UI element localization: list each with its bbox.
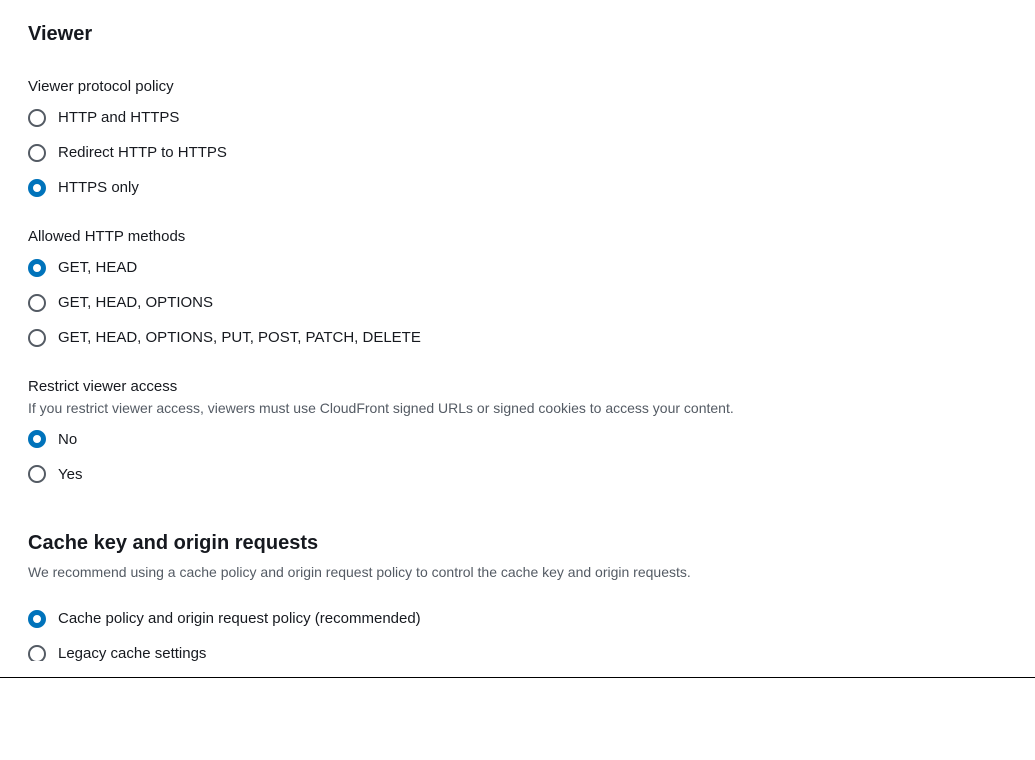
viewer-protocol-policy-label: Viewer protocol policy [28,76,1007,97]
radio-get-head-options-put-post-patch-delete[interactable]: GET, HEAD, OPTIONS, PUT, POST, PATCH, DE… [28,327,1007,348]
radio-restrict-yes[interactable]: Yes [28,464,1007,485]
radio-redirect-http-to-https[interactable]: Redirect HTTP to HTTPS [28,142,1007,163]
radio-icon [28,144,46,162]
radio-icon [28,430,46,448]
radio-icon [28,329,46,347]
viewer-protocol-policy-group: HTTP and HTTPS Redirect HTTP to HTTPS HT… [28,107,1007,198]
radio-cache-policy-recommended[interactable]: Cache policy and origin request policy (… [28,608,1007,629]
radio-icon [28,109,46,127]
radio-icon [28,645,46,662]
radio-label: HTTPS only [58,177,139,198]
radio-icon [28,610,46,628]
radio-legacy-cache-settings[interactable]: Legacy cache settings [28,643,1007,661]
restrict-viewer-access-group: No Yes [28,429,1007,485]
radio-label: GET, HEAD, OPTIONS, PUT, POST, PATCH, DE… [58,327,421,348]
radio-label: GET, HEAD, OPTIONS [58,292,213,313]
radio-label: Legacy cache settings [58,643,206,661]
bottom-border [0,677,1035,678]
radio-label: Yes [58,464,82,485]
radio-label: No [58,429,77,450]
radio-http-and-https[interactable]: HTTP and HTTPS [28,107,1007,128]
radio-get-head-options[interactable]: GET, HEAD, OPTIONS [28,292,1007,313]
radio-label: GET, HEAD [58,257,137,278]
radio-https-only[interactable]: HTTPS only [28,177,1007,198]
restrict-viewer-access-label: Restrict viewer access [28,376,1007,397]
restrict-viewer-access-helper: If you restrict viewer access, viewers m… [28,399,1007,419]
radio-icon [28,259,46,277]
radio-label: Cache policy and origin request policy (… [58,608,421,629]
radio-get-head[interactable]: GET, HEAD [28,257,1007,278]
radio-label: Redirect HTTP to HTTPS [58,142,227,163]
viewer-heading: Viewer [28,20,1007,48]
radio-icon [28,294,46,312]
allowed-http-methods-label: Allowed HTTP methods [28,226,1007,247]
cache-key-policy-group: Cache policy and origin request policy (… [28,608,1007,661]
cache-key-subtext: We recommend using a cache policy and or… [28,563,1007,583]
radio-label: HTTP and HTTPS [58,107,179,128]
cache-key-heading: Cache key and origin requests [28,529,1007,557]
radio-restrict-no[interactable]: No [28,429,1007,450]
radio-icon [28,179,46,197]
allowed-http-methods-group: GET, HEAD GET, HEAD, OPTIONS GET, HEAD, … [28,257,1007,348]
radio-icon [28,465,46,483]
